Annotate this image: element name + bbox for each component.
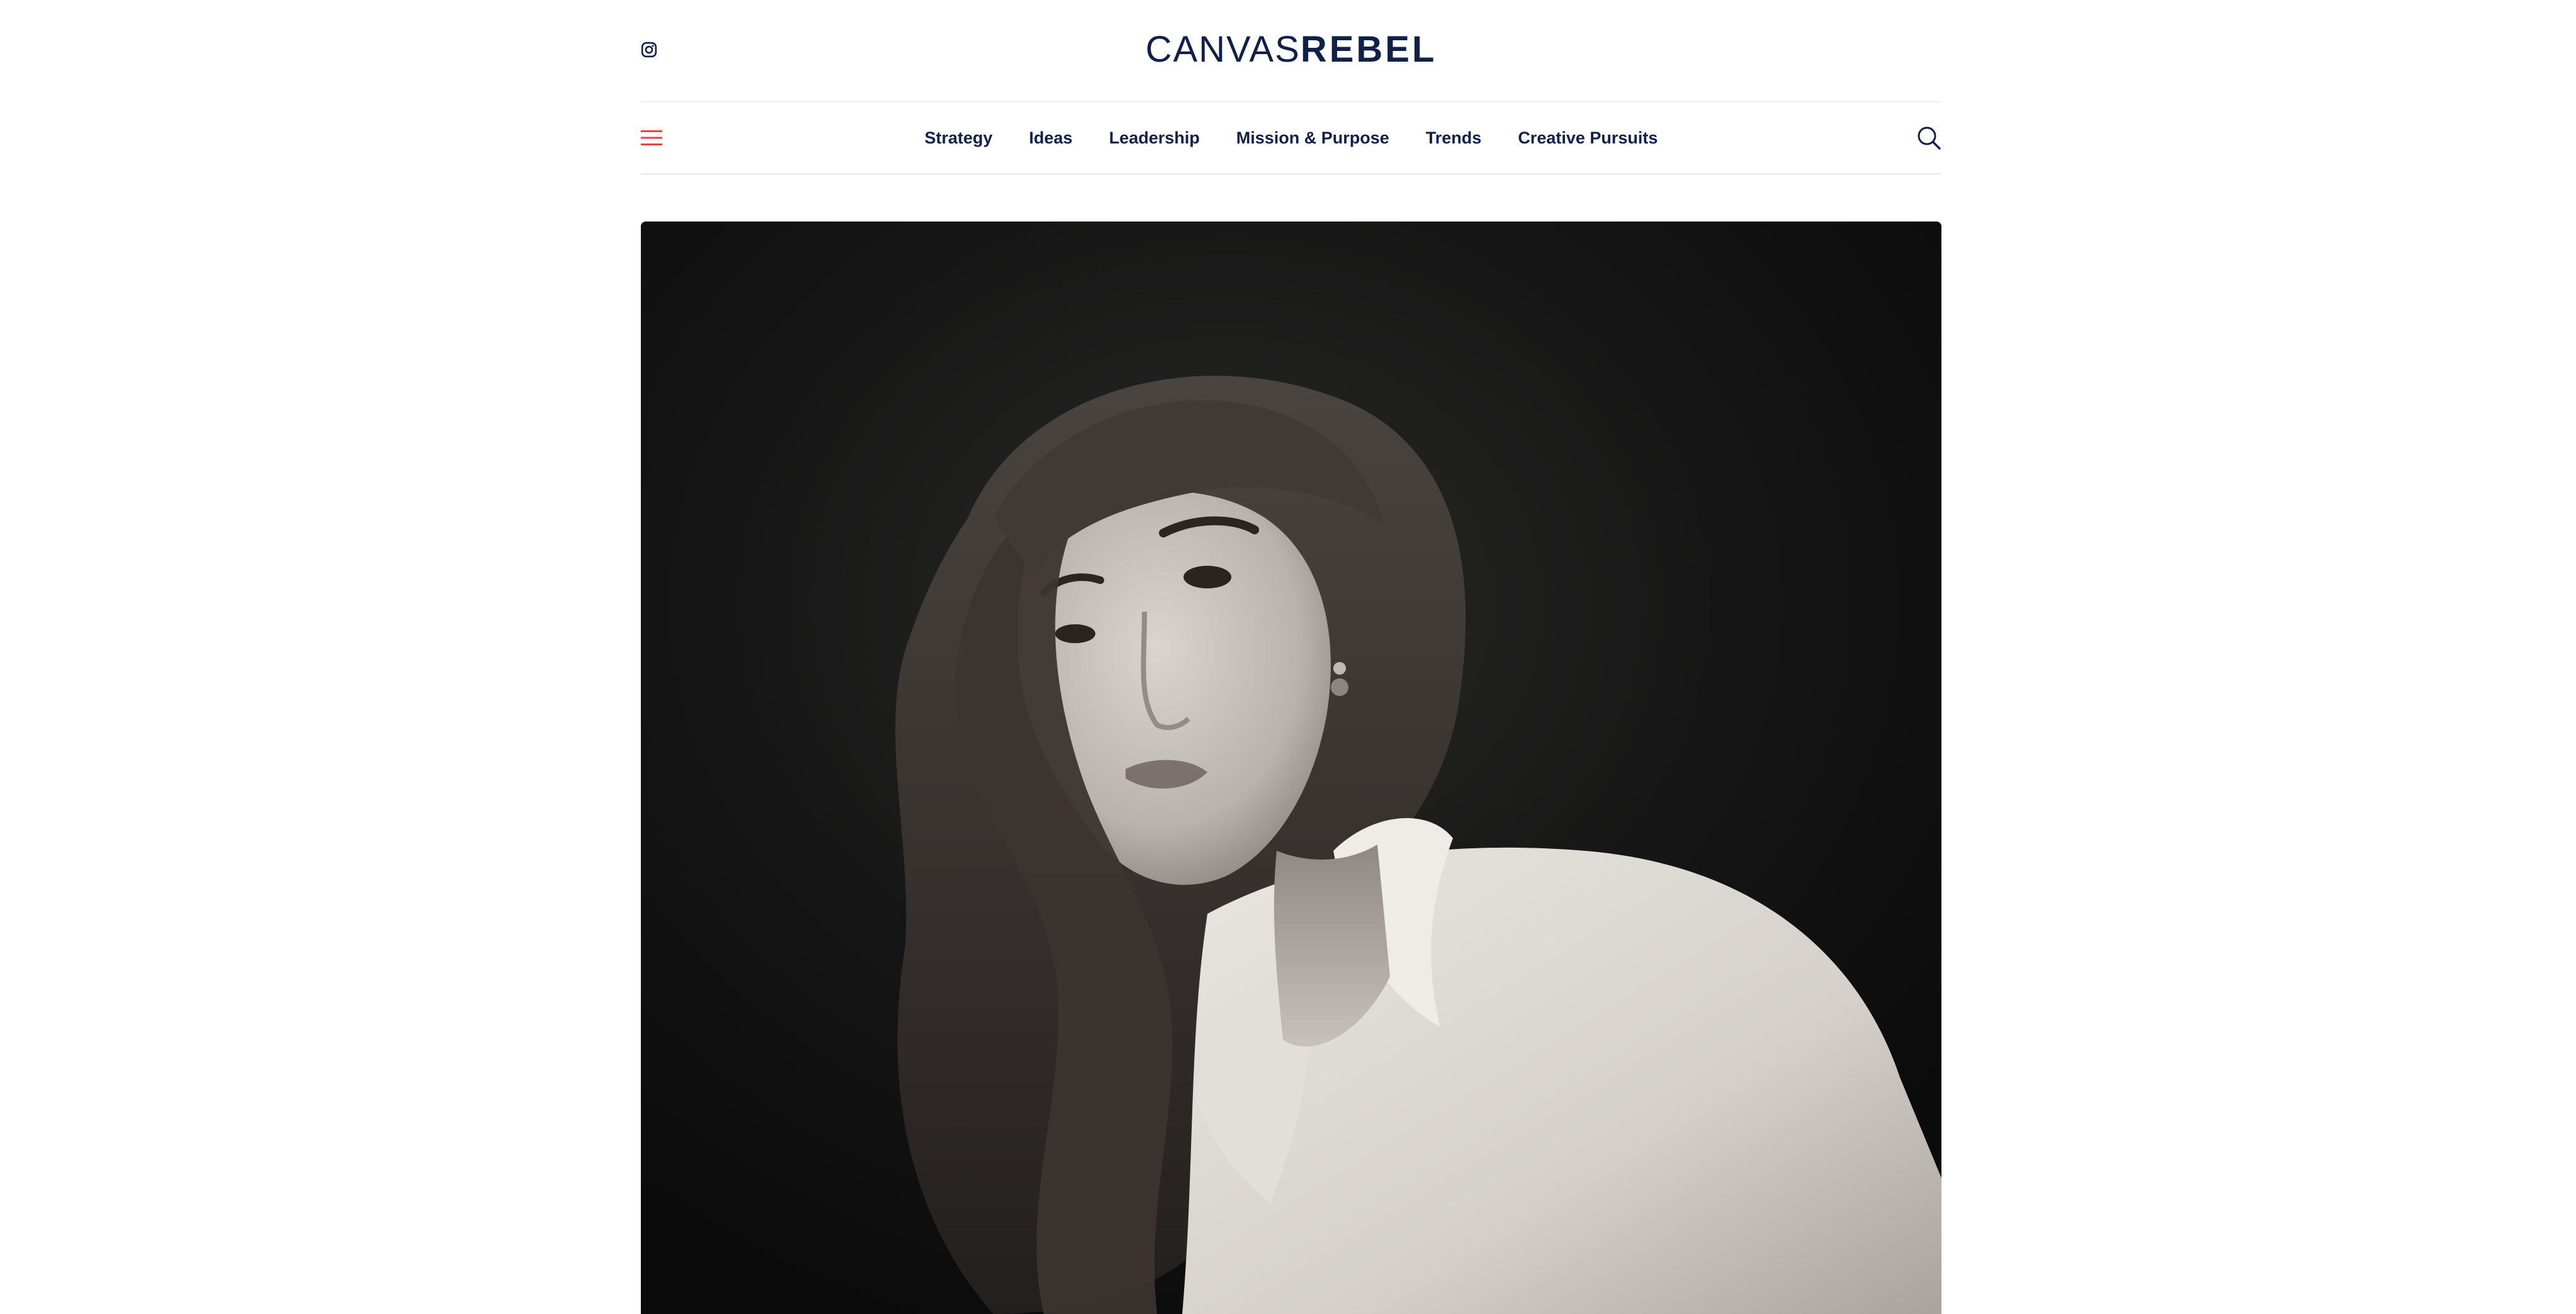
nav-item-leadership[interactable]: Leadership xyxy=(1109,128,1200,148)
nav-item-ideas[interactable]: Ideas xyxy=(1029,128,1073,148)
nav-item-mission-purpose[interactable]: Mission & Purpose xyxy=(1236,128,1389,148)
top-bar: CANVASREBEL xyxy=(641,0,1941,101)
logo-text-light: CANVAS xyxy=(1145,29,1301,70)
page: CANVASREBEL Strategy Ideas Leadership Mi… xyxy=(0,0,2576,1314)
main-navigation: Strategy Ideas Leadership Mission & Purp… xyxy=(641,101,1941,175)
hero-image xyxy=(641,222,1941,1314)
logo-text-bold: REBEL xyxy=(1300,29,1437,70)
nav-item-creative-pursuits[interactable]: Creative Pursuits xyxy=(1518,128,1658,148)
portrait-photo xyxy=(641,222,1941,1314)
nav-menu: Strategy Ideas Leadership Mission & Purp… xyxy=(641,103,1941,173)
site-logo[interactable]: CANVASREBEL xyxy=(641,28,1941,72)
nav-item-trends[interactable]: Trends xyxy=(1426,128,1482,148)
search-icon[interactable] xyxy=(1916,125,1941,150)
nav-item-strategy[interactable]: Strategy xyxy=(925,128,993,148)
